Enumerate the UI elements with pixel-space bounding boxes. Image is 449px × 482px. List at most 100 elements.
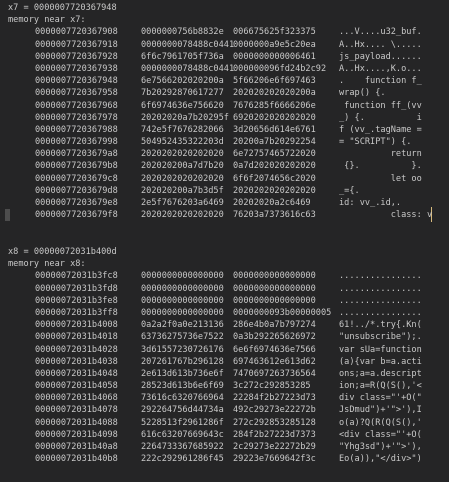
memory-address: 00000072031b4008 [35,320,118,331]
memory-address: 0000007720367978 [35,112,118,123]
memory-ascii: A..Hx....,K.o... [339,63,422,74]
memory-word-1: 2020202020202020 [141,149,224,160]
memory-ascii: Eo(a)),"</div>") [339,454,422,465]
memory-word-2: 6920202020202020 [233,112,316,123]
memory-word-1: 0000000000000000 [141,283,224,294]
memory-row: 00000072031b3fd8 0000000000000000 00000000… [0,283,449,295]
memory-row: 00000072031b3fc8 0000000000000000 00000000… [0,270,449,282]
memory-word-2: 000000096fd24b2c92 [233,63,327,74]
memory-row: 0000007720367938 0000000078488c0441 000000… [0,63,449,75]
memory-row: 00000072031b40b8 222c292961286f45 29223e76… [0,453,449,465]
memory-ascii: "unsubscribe");. [339,332,422,343]
memory-address: 00000077203679d8 [35,185,118,196]
memory-row: 00000077203679c8 2020202020202020 6f6f2074… [0,173,449,185]
memory-word-2: 0a3b292265626972 [233,332,316,343]
memory-ascii: _) {. i [339,112,422,123]
memory-word-1: 292264756d44734a [141,405,224,416]
memory-dump-rows: 00000072031b3fc8 0000000000000000 00000000… [0,270,449,465]
memory-row: 0000007720367908 0000000756b8832e 00667562… [0,26,449,38]
memory-address: 00000072031b4058 [35,381,118,392]
memory-dump-rows: 0000007720367908 0000000756b8832e 00667562… [0,26,449,221]
memory-word-1: 202020200a7b3d5f [141,185,224,196]
memory-word-1: 0000000000000000 [141,271,224,282]
memory-address: 00000072031b4038 [35,356,118,367]
memory-address: 00000072031b3fd8 [35,283,118,294]
memory-word-2: 29223e7669642f3c [233,454,316,465]
memory-word-1: 5228513f2961286f [141,417,224,428]
memory-row: 00000072031b4098 616c63207669643c 284f2b27… [0,429,449,441]
memory-address: 00000077203679a8 [35,149,118,160]
memory-address: 0000007720367988 [35,124,118,135]
memory-address: 0000007720367958 [35,88,118,99]
memory-ascii: id: vv_.id,. [339,198,402,208]
memory-address: 0000007720367998 [35,137,118,148]
memory-row: 00000072031b3fe8 0000000000000000 00000000… [0,295,449,307]
memory-word-1: 222c292961286f45 [141,454,224,465]
memory-word-1: 63736275736e7522 [141,332,224,343]
memory-address: 00000077203679b8 [35,161,118,172]
memory-ascii: ................ [339,271,422,282]
memory-address: 00000072031b3fc8 [35,271,118,282]
memory-ascii: "Yhg3sd")+'">'), [339,442,422,452]
memory-row: 00000072031b4078 292264756d44734a 492c2927… [0,404,449,416]
memory-ascii: A..Hx.... \..... [339,39,422,50]
memory-ascii: function ff_(vv [339,100,422,111]
memory-word-2: 20200a7b20292254 [233,137,316,148]
memory-word-2: 3c272c292853285 [233,381,311,392]
memory-address: 00000072031b40a8 [35,442,118,452]
memory-row: 0000007720367978 20202020a7b20295f 6920202… [0,112,449,124]
memory-word-2: 0000000093b00000005 [233,307,332,318]
memory-word-2: 492c29273e22272b [233,405,316,416]
memory-row: 00000072031b4008 0a2a2f0a0e213136 286e4b0a… [0,319,449,331]
memory-address: 00000072031b40b8 [35,454,118,465]
memory-ascii: ................ [339,283,422,294]
memory-word-2: 0000000a9e5c20ea [233,39,316,50]
memory-address: 00000077203679e8 [35,198,118,208]
memory-address: 00000072031b4088 [35,417,118,428]
memory-address: 00000072031b4028 [35,344,118,355]
memory-ascii: f (vv_.tagName = [339,124,422,135]
memory-word-1: 0000000000000000 [141,295,224,306]
memory-word-1: 0000000078488c0441 [141,63,235,74]
memory-ascii: ion;a=R(Q(S(),'< [339,381,422,392]
memory-ascii: o(a)?Q(R(Q(S(),' [339,417,422,428]
memory-row: 00000072031b3ff8 0000000000000000 00000000… [0,307,449,319]
memory-row: 00000072031b4088 5228513f2961286f 272c2928… [0,417,449,429]
memory-near-label: memory near x8: [8,259,86,270]
memory-word-2: 0000000000000000 [233,271,316,282]
memory-address: 0000007720367928 [35,51,118,62]
memory-row: 0000007720367948 6e7566202020200a 5f66206e… [0,75,449,87]
memory-row: 00000077203679a8 2020202020202020 6e727574… [0,148,449,160]
memory-word-2: 6f6f2074656c2020 [233,173,316,184]
memory-ascii: js_payload...... [339,51,422,62]
memory-address: 00000072031b4018 [35,332,118,343]
memory-word-2: 3d20656d614e6761 [233,124,316,135]
memory-ascii: 61!../*.try{.Kn( [339,320,422,331]
memory-word-1: 6f6974636e756620 [141,100,224,111]
memory-word-2: 6e72757465722020 [233,149,316,160]
memory-word-2: 5f66206e6f697463 [233,76,316,87]
memory-row: 0000007720367918 0000000078488c0441 000000… [0,39,449,51]
memory-word-1: 202020200a7d7b20 [141,161,224,172]
memory-word-1: 2e613d613b736e6f [141,368,224,379]
memory-word-1: 0a2a2f0a0e213136 [141,320,224,331]
memory-word-2: 7470697263736564 [233,368,316,379]
memory-address: 00000072031b4098 [35,429,118,440]
memory-row: 00000077203679e8 2e5f7676203a6469 20202020… [0,197,449,209]
memory-word-1: 2020202020202020 [141,173,224,184]
memory-word-1: 0000000078488c0441 [141,39,235,50]
memory-word-2: 286e4b0a7b797274 [233,320,316,331]
memory-address: 0000007720367918 [35,39,118,50]
register-value-line: x8 = 00000072031b400d [8,247,117,257]
memory-row: 0000007720367958 7b20292870617277 20202020… [0,87,449,99]
memory-word-1: 2e5f7676203a6469 [141,198,224,208]
memory-ascii: . function f_ [339,76,422,87]
memory-address: 00000072031b3fe8 [35,295,118,306]
memory-ascii: div class="'+O(" [339,393,422,404]
memory-word-1: 0000000756b8832e [141,27,224,38]
memory-row: 00000077203679b8 202020200a7d7b20 0a7d2020… [0,160,449,172]
memory-word-1: 504952435322203d [141,137,224,148]
memory-word-2: 2c29273e22272b29 [233,442,316,452]
memory-word-1: 7b20292870617277 [141,88,224,99]
memory-ascii: ................ [339,295,422,306]
